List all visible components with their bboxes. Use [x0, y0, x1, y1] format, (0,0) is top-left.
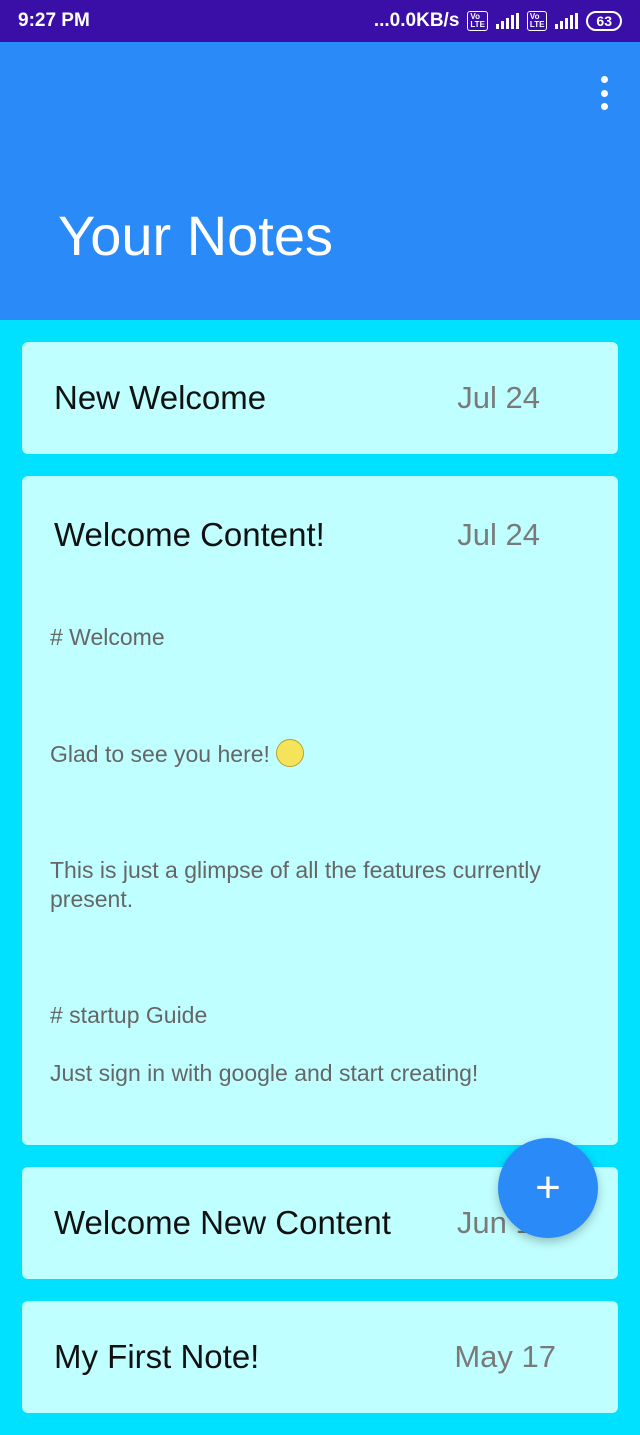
note-card[interactable]: Welcome Content! Jul 24 # Welcome Glad t… — [22, 476, 618, 1145]
volte-icon: Vo LTE — [526, 11, 548, 31]
status-bar: 9:27 PM ...0.0KB/s Vo LTE Vo LTE 63 — [0, 0, 640, 42]
note-title: Welcome Content! — [54, 516, 325, 553]
note-line: # startup Guide — [50, 1002, 208, 1028]
note-preview: # Welcome Glad to see you here! This is … — [22, 594, 618, 1145]
battery-icon: 63 — [586, 11, 622, 31]
volte-icon: Vo LTE — [467, 11, 488, 31]
note-title: Welcome New Content — [54, 1204, 391, 1241]
app-header: Your Notes — [0, 42, 640, 320]
grin-emoji-icon — [276, 739, 305, 767]
status-time: 9:27 PM — [18, 10, 90, 31]
more-vert-icon[interactable] — [592, 76, 616, 110]
note-card[interactable]: My First Note! May 17 — [22, 1301, 618, 1413]
page-title: Your Notes — [58, 204, 333, 267]
note-line: Glad to see you here! — [50, 739, 590, 769]
note-date: May 17 — [454, 1339, 556, 1374]
note-date: Jul 24 — [457, 517, 540, 552]
add-icon: + — [535, 1163, 561, 1212]
signal-icon — [495, 13, 519, 29]
notes-list: New Welcome Jul 24 Welcome Content! Jul … — [22, 342, 618, 1435]
note-title: New Welcome — [54, 379, 267, 416]
add-note-button[interactable]: + — [498, 1138, 598, 1238]
note-line: # Welcome — [50, 624, 165, 650]
network-speed: ...0.0KB/s — [373, 10, 460, 31]
note-line: This is just a glimpse of all the featur… — [50, 857, 541, 912]
note-card[interactable]: New Welcome Jul 24 — [22, 342, 618, 454]
signal-icon — [555, 13, 579, 29]
note-title: My First Note! — [54, 1338, 260, 1375]
note-date: Jul 24 — [457, 380, 540, 415]
note-line: Just sign in with google and start creat… — [50, 1060, 479, 1086]
status-icons: ...0.0KB/s Vo LTE Vo LTE 63 — [374, 10, 622, 32]
